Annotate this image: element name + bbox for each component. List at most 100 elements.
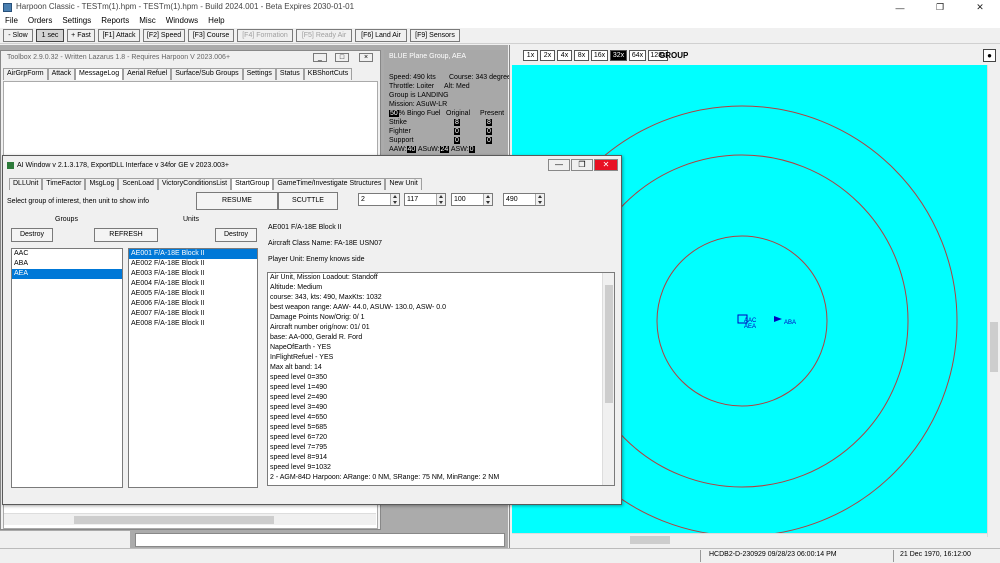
tab-status[interactable]: Status: [275, 68, 304, 80]
tab-attack[interactable]: Attack: [47, 68, 76, 80]
spinner-1[interactable]: 2: [358, 193, 400, 206]
zoom-8x-button[interactable]: 8x: [574, 50, 589, 61]
message-log-hscroll[interactable]: [4, 513, 376, 525]
info-vscroll-thumb[interactable]: [605, 285, 613, 403]
tab-msglog[interactable]: MsgLog: [85, 178, 119, 190]
tab-gametime[interactable]: GameTime/Investigate Structures: [273, 178, 386, 190]
info-line: Max alt band: 14: [270, 364, 322, 371]
maximize-button[interactable]: ❐: [920, 0, 960, 15]
toolbox-maximize-button[interactable]: □: [335, 53, 349, 62]
tab-kbshortcuts[interactable]: KBShortCuts: [303, 68, 353, 80]
menu-orders[interactable]: Orders: [23, 15, 57, 28]
info-line: NapeOfEarth - YES: [270, 344, 331, 351]
groups-list[interactable]: AAC ABA AEA: [11, 248, 123, 488]
spinner-1-arrows[interactable]: [390, 194, 399, 205]
tab-new-unit[interactable]: New Unit: [385, 178, 422, 190]
zoom-4x-button[interactable]: 4x: [557, 50, 572, 61]
list-item[interactable]: AEA: [12, 269, 122, 279]
group-info-panel: BLUE Plane Group, AEA Speed: 490 kts Cou…: [384, 50, 514, 158]
ready-air-button[interactable]: [F5] Ready Air: [296, 29, 352, 42]
ai-maximize-button[interactable]: ❐: [571, 159, 593, 171]
command-input[interactable]: [135, 533, 505, 547]
zoom-32x-button[interactable]: 32x: [610, 50, 627, 61]
zoom-1x-button[interactable]: 1x: [523, 50, 538, 61]
list-item[interactable]: AE002 F/A-18E Block II: [129, 259, 257, 269]
zoom-64x-button[interactable]: 64x: [629, 50, 646, 61]
tab-settings[interactable]: Settings: [242, 68, 276, 80]
ai-close-button[interactable]: ✕: [594, 159, 618, 171]
menu-bar: File Orders Settings Reports Misc Window…: [0, 15, 1000, 28]
land-air-button[interactable]: [F6] Land Air: [355, 29, 407, 42]
menu-windows[interactable]: Windows: [161, 15, 203, 28]
destroy-group-button[interactable]: Destroy: [11, 228, 53, 242]
map-hscroll-thumb[interactable]: [630, 536, 670, 544]
tab-messagelog[interactable]: MessageLog: [75, 68, 124, 80]
group-speed: Speed: 490 kts: [389, 74, 436, 81]
spinner-3[interactable]: 100: [451, 193, 493, 206]
scuttle-button[interactable]: SCUTTLE: [278, 192, 338, 210]
tab-dllunit[interactable]: DLLUnit: [9, 178, 43, 190]
menu-reports[interactable]: Reports: [96, 15, 134, 28]
spinner-2-arrows[interactable]: [436, 194, 445, 205]
sensors-button[interactable]: [F9] Sensors: [410, 29, 460, 42]
window-title: Harpoon Classic - TESTm(1).hpm - TESTm(1…: [16, 2, 355, 11]
list-item[interactable]: AE008 F/A-18E Block II: [129, 319, 257, 329]
message-log-hscroll-thumb[interactable]: [74, 516, 274, 524]
info-vscroll[interactable]: [602, 273, 614, 485]
menu-help[interactable]: Help: [203, 15, 229, 28]
spinner-2[interactable]: 117: [404, 193, 446, 206]
map-vscroll[interactable]: [987, 65, 999, 537]
tab-surface-sub-groups[interactable]: Surface/Sub Groups: [171, 68, 243, 80]
list-item[interactable]: AE006 F/A-18E Block II: [129, 299, 257, 309]
spinner-4[interactable]: 490: [503, 193, 545, 206]
list-item[interactable]: AAC: [12, 249, 122, 259]
list-item[interactable]: AE003 F/A-18E Block II: [129, 269, 257, 279]
player-unit-text: Player Unit: Enemy knows side: [268, 256, 365, 263]
info-line: speed level 3=490: [270, 404, 328, 411]
info-line: best weapon range: AAW- 44.0, ASUW- 130.…: [270, 304, 447, 311]
resume-button[interactable]: RESUME: [196, 192, 278, 210]
tab-airgrpform[interactable]: AirGrpForm: [3, 68, 48, 80]
minimize-button[interactable]: —: [880, 0, 920, 15]
toolbox-minimize-button[interactable]: _: [313, 53, 327, 62]
units-label: Units: [183, 216, 199, 223]
fast-button[interactable]: + Fast: [67, 29, 95, 42]
spinner-3-arrows[interactable]: [483, 194, 492, 205]
destroy-unit-button[interactable]: Destroy: [215, 228, 257, 242]
list-item[interactable]: AE005 F/A-18E Block II: [129, 289, 257, 299]
menu-file[interactable]: File: [0, 15, 23, 28]
formation-button[interactable]: [F4] Formation: [237, 29, 293, 42]
refresh-button[interactable]: REFRESH: [94, 228, 158, 242]
map-close-button[interactable]: ●: [983, 49, 996, 62]
tab-aerial-refuel[interactable]: Aerial Refuel: [123, 68, 172, 80]
menu-settings[interactable]: Settings: [57, 15, 96, 28]
tab-timefactor[interactable]: TimeFactor: [42, 178, 86, 190]
list-item[interactable]: AE001 F/A-18E Block II: [129, 249, 257, 259]
zoom-2x-button[interactable]: 2x: [540, 50, 555, 61]
map-vscroll-thumb[interactable]: [990, 322, 998, 372]
unit-info-box[interactable]: Air Unit, Mission Loadout: Standoff Alti…: [267, 272, 615, 486]
spinner-4-arrows[interactable]: [535, 194, 544, 205]
attack-button[interactable]: [F1] Attack: [98, 29, 140, 42]
group-throttle: Throttle: Loiter: [389, 83, 435, 90]
close-button[interactable]: ✕: [960, 0, 1000, 15]
tab-scenload[interactable]: ScenLoad: [118, 178, 158, 190]
units-list[interactable]: AE001 F/A-18E Block II AE002 F/A-18E Blo…: [128, 248, 258, 488]
list-item[interactable]: AE004 F/A-18E Block II: [129, 279, 257, 289]
time-step-button[interactable]: 1 sec: [36, 29, 64, 42]
zoom-16x-button[interactable]: 16x: [591, 50, 608, 61]
ai-minimize-button[interactable]: —: [548, 159, 570, 171]
map-hscroll[interactable]: [512, 533, 987, 545]
speed-button[interactable]: [F2] Speed: [143, 29, 185, 42]
instructions-text: Select group of interest, then unit to s…: [7, 198, 150, 205]
info-line: speed level 6=720: [270, 434, 328, 441]
tab-victoryconditionslist[interactable]: VictoryConditionsList: [157, 178, 232, 190]
slow-button[interactable]: - Slow: [3, 29, 33, 42]
tab-startgroup[interactable]: StartGroup: [231, 178, 274, 190]
list-item[interactable]: AE007 F/A-18E Block II: [129, 309, 257, 319]
menu-misc[interactable]: Misc: [134, 15, 160, 28]
toolbox-close-button[interactable]: ×: [359, 53, 373, 62]
course-button[interactable]: [F3] Course: [188, 29, 234, 42]
row-strike-present: 8: [486, 119, 492, 126]
list-item[interactable]: ABA: [12, 259, 122, 269]
